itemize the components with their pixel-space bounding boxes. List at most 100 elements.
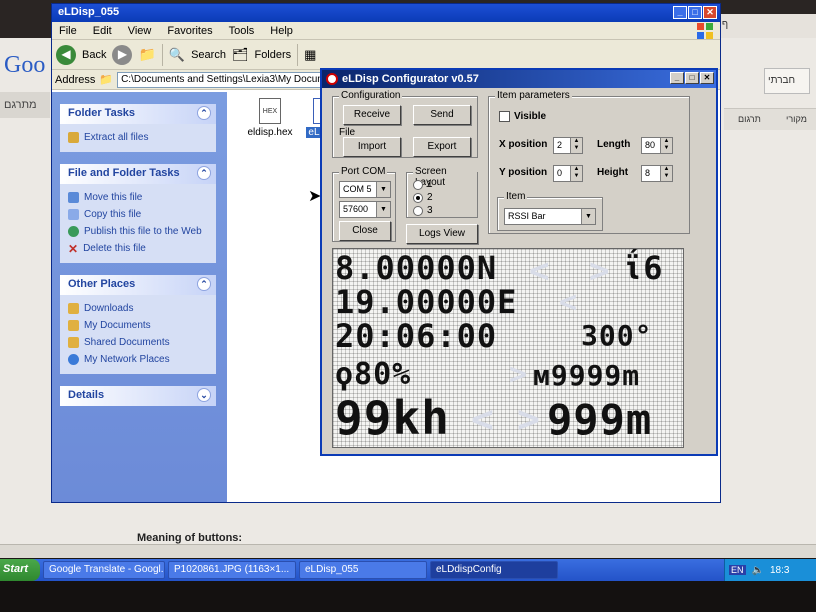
folder-tasks-header[interactable]: Folder Tasks ⌃ [60,104,216,124]
task-publish-web[interactable]: Publish this file to the Web [68,223,208,240]
baud-rate-value: 57600 [343,204,369,214]
folder-icon [68,303,79,314]
explorer-titlebar[interactable]: eLDisp_055 _ □ ✕ [52,4,720,22]
spinner-arrows-icon[interactable]: ▲ ▼ [660,166,672,181]
send-button[interactable]: Send [413,105,471,125]
visible-checkbox[interactable]: Visible [499,111,546,122]
visible-label: Visible [514,111,547,122]
baud-rate-select[interactable]: 57600 ▼ [339,201,391,218]
close-button[interactable]: ✕ [703,6,717,19]
taskbar-photo-viewer[interactable]: P1020861.JPG (1163×1... [168,561,296,579]
place-my-documents[interactable]: My Documents [68,317,208,334]
menu-help[interactable]: Help [270,25,293,37]
explorer-title: eLDisp_055 [58,6,120,18]
dropdown-arrow-icon: ▼ [581,209,595,224]
details-header[interactable]: Details ⌄ [60,386,216,406]
task-copy-file[interactable]: Copy this file [68,206,208,223]
place-shared-documents[interactable]: Shared Documents [68,334,208,351]
spinner-arrows-icon[interactable]: ▲ ▼ [570,166,582,181]
folders-icon[interactable]: 🗂 [232,47,249,63]
folders-button[interactable]: Folders [254,49,291,61]
tab-original[interactable]: מקורי [786,114,807,124]
layout-radio-2[interactable]: 2 [413,192,433,203]
maximize-button[interactable]: □ [688,6,702,19]
configurator-titlebar[interactable]: eLDisp Configurator v0.57 _ □ ✕ [322,70,716,88]
file-folder-tasks-header[interactable]: File and Folder Tasks ⌃ [60,164,216,184]
task-extract-all[interactable]: Extract all files [68,129,208,146]
horizontal-scrollbar[interactable] [0,544,816,558]
lcd-longitude: 19.00000E [335,283,518,321]
other-places-header[interactable]: Other Places ⌃ [60,275,216,295]
place-label: My Documents [84,320,151,331]
search-button[interactable]: Search [191,49,226,61]
social-button[interactable]: חברתי [764,68,810,94]
layout-radio-3[interactable]: 3 [413,205,433,216]
views-icon[interactable]: ▦ [304,47,316,63]
close-button[interactable]: ✕ [700,72,714,84]
menu-tools[interactable]: Tools [229,25,255,37]
spinner-arrows-icon[interactable]: ▲ ▼ [570,138,582,153]
language-indicator[interactable]: EN [729,565,746,575]
item-select[interactable]: RSSI Bar ▼ [504,208,596,225]
receive-button[interactable]: Receive [343,105,401,125]
back-button[interactable]: Back [82,49,106,61]
taskbar-google-translate[interactable]: Google Translate - Googl... [43,561,165,579]
taskbar-eldisp-config[interactable]: eLDdispConfig [430,561,558,579]
taskbar-explorer[interactable]: eLDisp_055 [299,561,427,579]
expand-chevron-icon[interactable]: ⌄ [197,388,211,402]
toolbar-separator [297,43,299,66]
folder-icon [68,337,79,348]
configurator-title: eLDisp Configurator v0.57 [342,73,479,85]
dropdown-arrow-icon: ▼ [376,202,390,217]
x-position-spinner[interactable]: 2 ▲ ▼ [553,137,583,154]
checkbox-icon [499,111,510,122]
task-pane: Folder Tasks ⌃ Extract all files File an… [52,92,227,502]
collapse-chevron-icon[interactable]: ⌃ [197,166,211,180]
export-button[interactable]: Export [413,137,471,157]
lcd-time: 20:06:00 [335,317,498,355]
com-port-value: COM 5 [343,184,372,194]
lcd-preview[interactable]: < > < > < > 8.00000N 19.00000E 20:06:00 … [332,248,684,448]
length-spinner[interactable]: 80 ▲ ▼ [641,137,673,154]
tab-translation[interactable]: תרגום [738,114,761,124]
collapse-chevron-icon[interactable]: ⌃ [197,277,211,291]
close-port-button[interactable]: Close [339,221,391,241]
height-spinner[interactable]: 8 ▲ ▼ [641,165,673,182]
lcd-arrow-left-icon: < [529,251,550,291]
lcd-satellites: ΐ6 [623,249,664,287]
file-eldisp-hex[interactable]: HEX eldisp.hex [242,98,298,138]
port-com-label: Port COM [339,166,388,177]
place-network[interactable]: My Network Places [68,351,208,368]
place-downloads[interactable]: Downloads [68,300,208,317]
collapse-chevron-icon[interactable]: ⌃ [197,106,211,120]
back-arrow-icon[interactable]: ◀ [56,44,76,65]
com-port-select[interactable]: COM 5 ▼ [339,181,391,198]
menu-file[interactable]: File [59,25,77,37]
logs-view-button[interactable]: Logs View [406,224,478,244]
speaker-icon[interactable]: 🔈 [752,565,764,576]
y-position-spinner[interactable]: 0 ▲ ▼ [553,165,583,182]
item-label: Item [504,191,528,202]
task-move-file[interactable]: Move this file [68,189,208,206]
lcd-arrow-left-icon: < [559,285,578,320]
layout-radio-1[interactable]: 1 [413,179,433,190]
lcd-latitude: 8.00000N [335,249,498,287]
minimize-button[interactable]: _ [673,6,687,19]
height-value: 8 [645,168,651,178]
app-icon [326,73,338,85]
menu-edit[interactable]: Edit [93,25,112,37]
minimize-button[interactable]: _ [670,72,684,84]
forward-arrow-icon[interactable]: ▶ [112,44,133,65]
start-button[interactable]: Start [0,559,40,581]
spinner-arrows-icon[interactable]: ▲ ▼ [660,138,672,153]
clock[interactable]: 18:3 [770,565,789,576]
menu-view[interactable]: View [128,25,152,37]
task-delete-file[interactable]: ✕ Delete this file [68,240,208,257]
hex-file-icon: HEX [259,98,281,124]
maximize-button[interactable]: □ [685,72,699,84]
menu-favorites[interactable]: Favorites [167,25,212,37]
up-folder-icon[interactable]: 📁 [138,46,155,63]
import-button[interactable]: Import [343,137,401,157]
search-icon[interactable]: 🔍 [169,47,185,63]
other-places-title: Other Places [68,278,136,290]
